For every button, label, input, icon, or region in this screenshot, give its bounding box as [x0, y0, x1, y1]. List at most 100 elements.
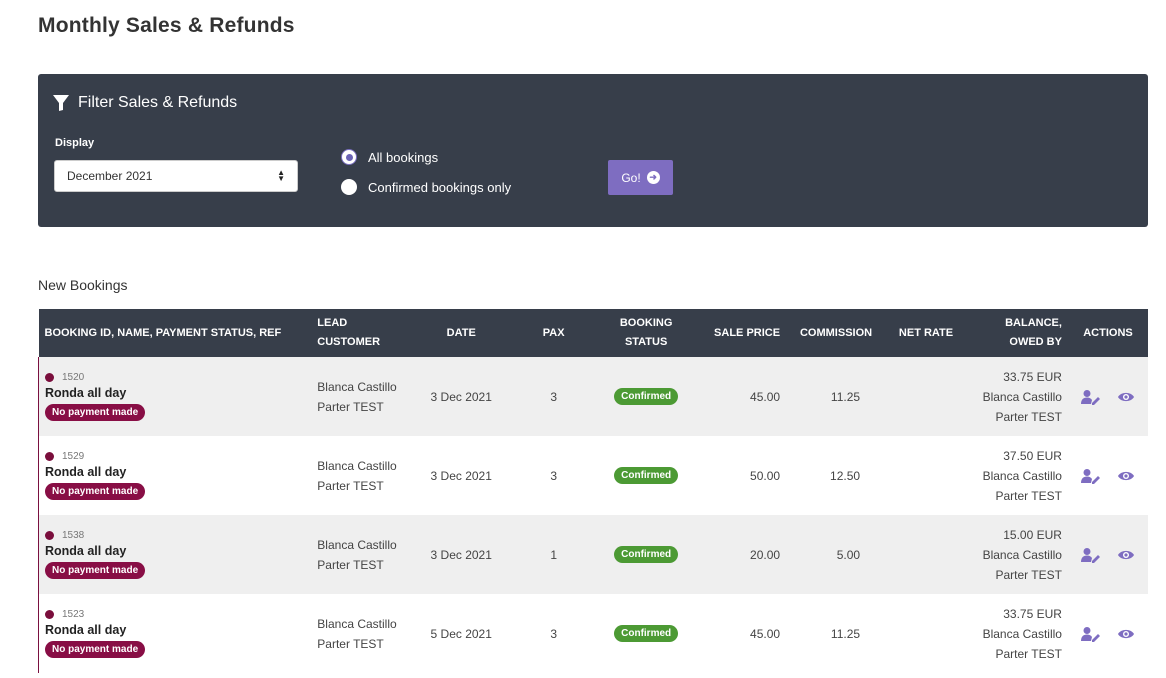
- lead-customer-cell: Blanca Castillo Parter TEST: [311, 436, 412, 515]
- table-row: 1529 Ronda all day No payment made Blanc…: [38, 436, 1148, 515]
- status-dot-icon: [45, 373, 54, 382]
- lead-customer-cell: Blanca Castillo Parter TEST: [311, 515, 412, 594]
- header-balance-line2: OWED BY: [1009, 336, 1062, 348]
- lead-customer-name: Blanca Castillo: [317, 379, 397, 394]
- status-badge: Confirmed: [614, 625, 679, 642]
- user-edit-icon[interactable]: [1080, 547, 1101, 563]
- status-dot-icon: [45, 531, 54, 540]
- balance-amount: 33.75 EUR: [1003, 369, 1062, 384]
- month-select-value: December 2021: [67, 169, 153, 183]
- lead-customer-name: Blanca Castillo: [317, 537, 397, 552]
- status-badge: Confirmed: [614, 388, 679, 405]
- actions-cell: [1067, 515, 1148, 594]
- radio-confirmed-only-label: Confirmed bookings only: [368, 179, 512, 195]
- owed-by-org: Parter TEST: [995, 646, 1062, 661]
- header-net-rate: NET RATE: [886, 309, 966, 357]
- owed-by-name: Blanca Castillo: [982, 389, 1062, 404]
- eye-icon[interactable]: [1117, 470, 1135, 482]
- date-cell: 3 Dec 2021: [411, 357, 512, 436]
- commission-cell: 5.00: [786, 515, 887, 594]
- booking-id: 1538: [62, 530, 85, 541]
- actions-cell: [1067, 357, 1148, 436]
- booking-id: 1529: [62, 451, 85, 462]
- table-row: 1520 Ronda all day No payment made Blanc…: [38, 357, 1148, 436]
- header-commission: COMMISSION: [786, 309, 887, 357]
- booking-id: 1520: [62, 372, 85, 383]
- booking-id-line: 1529: [45, 451, 305, 462]
- pax-cell: 3: [511, 436, 597, 515]
- header-actions: ACTIONS: [1067, 309, 1148, 357]
- month-select[interactable]: December 2021 ▲ ▼: [54, 160, 298, 192]
- booking-id-line: 1520: [45, 372, 305, 383]
- sale-price-cell: 20.00: [696, 515, 787, 594]
- commission-cell: 11.25: [786, 594, 887, 673]
- owed-by-name: Blanca Castillo: [982, 547, 1062, 562]
- lead-customer-org: Parter TEST: [317, 478, 384, 493]
- header-status-line1: BOOKING: [619, 317, 673, 329]
- header-balance: BALANCE, OWED BY: [966, 309, 1068, 357]
- pax-cell: 1: [511, 515, 597, 594]
- commission-cell: 12.50: [786, 436, 887, 515]
- eye-icon[interactable]: [1117, 391, 1135, 403]
- payment-status-badge: No payment made: [45, 404, 146, 421]
- bookings-table: BOOKING ID, NAME, PAYMENT STATUS, REF LE…: [38, 309, 1148, 673]
- owed-by-org: Parter TEST: [995, 488, 1062, 503]
- filter-icon: [53, 95, 69, 111]
- owed-by-org: Parter TEST: [995, 567, 1062, 582]
- booking-name[interactable]: Ronda all day: [45, 544, 305, 558]
- lead-customer-org: Parter TEST: [317, 399, 384, 414]
- go-button-label: Go!: [621, 170, 641, 185]
- radio-confirmed-only-control[interactable]: [341, 179, 357, 195]
- arrow-circle-right-icon: ➜: [646, 171, 660, 184]
- filter-title: Filter Sales & Refunds: [52, 94, 237, 112]
- booking-name[interactable]: Ronda all day: [45, 623, 305, 637]
- header-lead-line1: LEAD: [317, 317, 348, 329]
- lead-customer-org: Parter TEST: [317, 636, 384, 651]
- date-cell: 5 Dec 2021: [411, 594, 512, 673]
- status-badge: Confirmed: [614, 467, 679, 484]
- header-booking-status: BOOKING STATUS: [596, 309, 697, 357]
- user-edit-icon[interactable]: [1080, 468, 1101, 484]
- actions-cell: [1067, 594, 1148, 673]
- status-badge: Confirmed: [614, 546, 679, 563]
- booking-status-cell: Confirmed: [596, 436, 697, 515]
- net-rate-cell: [886, 357, 966, 436]
- pax-cell: 3: [511, 594, 597, 673]
- user-edit-icon[interactable]: [1080, 626, 1101, 642]
- actions-cell: [1067, 436, 1148, 515]
- go-button[interactable]: Go! ➜: [608, 160, 673, 195]
- radio-all-bookings-control[interactable]: [341, 149, 357, 165]
- header-booking: BOOKING ID, NAME, PAYMENT STATUS, REF: [38, 309, 312, 357]
- filter-panel: Filter Sales & Refunds Display December …: [38, 74, 1148, 227]
- owed-by-org: Parter TEST: [995, 409, 1062, 424]
- radio-confirmed-only[interactable]: Confirmed bookings only: [341, 179, 511, 195]
- payment-status-badge: No payment made: [45, 641, 146, 658]
- status-dot-icon: [45, 610, 54, 619]
- payment-status-badge: No payment made: [45, 562, 146, 579]
- commission-cell: 11.25: [786, 357, 887, 436]
- page-title: Monthly Sales & Refunds: [38, 14, 295, 37]
- user-edit-icon[interactable]: [1080, 389, 1101, 405]
- table-row: 1523 Ronda all day No payment made Blanc…: [38, 594, 1148, 673]
- lead-customer-name: Blanca Castillo: [317, 458, 397, 473]
- lead-customer-cell: Blanca Castillo Parter TEST: [311, 594, 412, 673]
- display-label: Display: [55, 137, 95, 149]
- header-balance-line1: BALANCE,: [1005, 317, 1062, 329]
- booking-status-cell: Confirmed: [596, 515, 697, 594]
- owed-by-name: Blanca Castillo: [982, 626, 1062, 641]
- booking-status-cell: Confirmed: [596, 594, 697, 673]
- booking-name[interactable]: Ronda all day: [45, 465, 305, 479]
- radio-all-bookings[interactable]: All bookings: [341, 149, 438, 165]
- eye-icon[interactable]: [1117, 628, 1135, 640]
- booking-cell: 1520 Ronda all day No payment made: [38, 357, 312, 436]
- balance-amount: 15.00 EUR: [1003, 527, 1062, 542]
- lead-customer-cell: Blanca Castillo Parter TEST: [311, 357, 412, 436]
- balance-cell: 33.75 EUR Blanca Castillo Parter TEST: [966, 357, 1068, 436]
- booking-cell: 1529 Ronda all day No payment made: [38, 436, 312, 515]
- sale-price-cell: 50.00: [696, 436, 787, 515]
- balance-cell: 33.75 EUR Blanca Castillo Parter TEST: [966, 594, 1068, 673]
- section-title: New Bookings: [38, 277, 128, 293]
- eye-icon[interactable]: [1117, 549, 1135, 561]
- radio-all-bookings-label: All bookings: [368, 149, 439, 165]
- booking-name[interactable]: Ronda all day: [45, 386, 305, 400]
